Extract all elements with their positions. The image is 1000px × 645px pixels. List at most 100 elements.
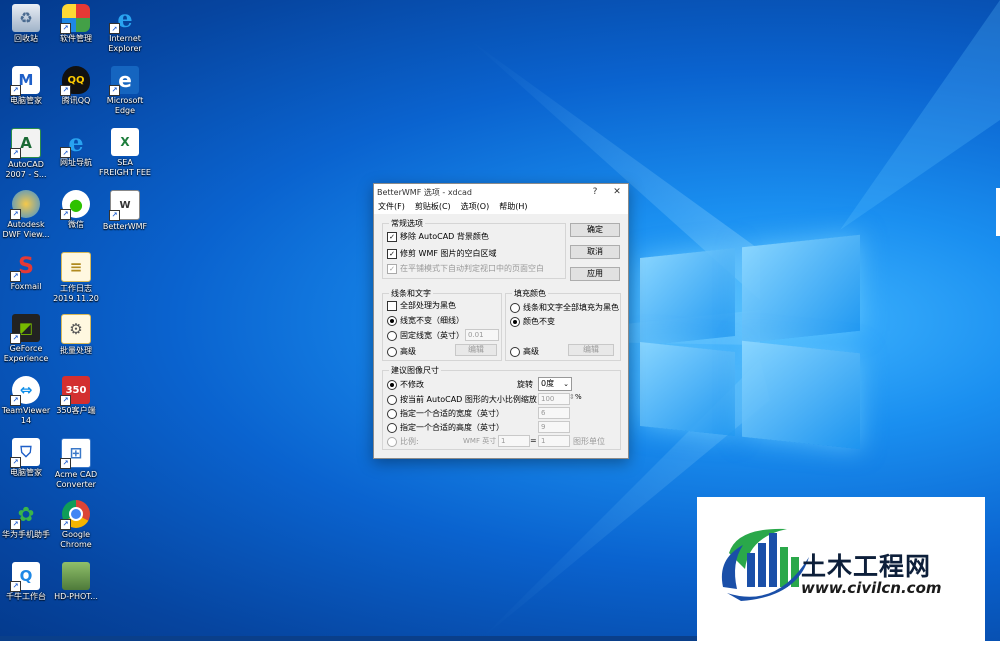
desktop-icon-foxmail[interactable]: S ↗ Foxmail — [0, 252, 52, 292]
paper-space-checkbox: ✓ — [387, 263, 397, 274]
help-button[interactable]: ? — [584, 187, 606, 197]
desktop-icon-geforce[interactable]: ◩ ↗ GeForce Experience — [0, 314, 52, 364]
ratio-radio — [387, 436, 397, 447]
desktop-icon-qianniu[interactable]: Q ↗ 千牛工作台 — [0, 562, 52, 602]
fill-advanced-radio[interactable] — [510, 346, 520, 357]
no-change-radio[interactable] — [387, 379, 397, 390]
menu-clipboard[interactable]: 剪贴板(C) — [415, 201, 451, 212]
spinner-icon[interactable]: ⇕ — [569, 393, 575, 401]
desktop-icon-pc-manager[interactable]: M ↗ 电脑管家 — [0, 66, 52, 106]
fill-all-black-option[interactable]: 线条和文字全部填充为黑色 — [510, 302, 619, 313]
desktop-icon-wechat[interactable]: ● ↗ 微信 — [50, 190, 102, 230]
edge-window-fragment — [996, 188, 1000, 236]
teamviewer-icon: ⇔ ↗ — [10, 376, 40, 406]
trim-checkbox[interactable]: ✓ — [387, 248, 397, 259]
desktop-icon-350[interactable]: 350 ↗ 350客户端 — [50, 376, 102, 416]
general-options-title: 常规选项 — [389, 218, 425, 229]
menu-help[interactable]: 帮助(H) — [499, 201, 527, 212]
desktop-icon-huawei[interactable]: ✿ ↗ 华为手机助手 — [0, 500, 52, 540]
rotate-select[interactable]: 0度 ⌄ — [538, 377, 572, 391]
desktop-icon-batch[interactable]: ⚙ 批量处理 — [50, 314, 102, 356]
wechat-icon: ● ↗ — [60, 190, 90, 220]
fixed-width-input[interactable]: 0.01 — [465, 329, 499, 341]
dialog-menubar: 文件(F) 剪贴板(C) 选项(O) 帮助(H) — [374, 200, 628, 213]
lines-text-title: 线条和文字 — [389, 288, 433, 299]
lines-edit-button[interactable]: 编辑 — [455, 344, 497, 356]
trim-option[interactable]: ✓ 修剪 WMF 图片的空白区域 — [387, 248, 497, 259]
keep-width-radio[interactable] — [387, 315, 397, 326]
ratio-left-input: 1 — [498, 435, 530, 447]
fill-edit-button[interactable]: 编辑 — [568, 344, 614, 356]
desktop-icon-edge[interactable]: e ↗ Microsoft Edge — [99, 66, 151, 116]
desktop-icon-sea-freight[interactable]: X SEA FREIGHT FEE — [99, 128, 151, 178]
fill-color-title: 填充颜色 — [512, 288, 548, 299]
scale-autocad-radio[interactable] — [387, 394, 397, 405]
width-input[interactable]: 6 — [538, 407, 570, 419]
batch-file-icon: ⚙ — [61, 314, 91, 344]
wmf-inch-label: WMF 英寸 — [463, 437, 497, 445]
desktop-icon-hd-photo[interactable]: HD-PHOT... — [50, 562, 102, 602]
fixed-width-option[interactable]: 固定线宽（英寸） — [387, 330, 464, 341]
civilcn-watermark: 土木工程网 www.civilcn.com — [697, 497, 985, 641]
dialog-body: 常规选项 ✓ 移除 AutoCAD 背景颜色 ✓ 修剪 WMF 图片的空白区域 … — [374, 214, 628, 458]
keep-width-option[interactable]: 线宽不变（细线） — [387, 315, 464, 326]
cancel-button[interactable]: 取消 — [570, 245, 620, 259]
remove-bg-checkbox[interactable]: ✓ — [387, 231, 397, 242]
desktop-icon-autocad[interactable]: A ↗ AutoCAD 2007 - S... — [0, 128, 52, 180]
scale-autocad-option[interactable]: 按当前 AutoCAD 图形的大小比例缩放 — [387, 394, 537, 405]
fill-advanced-option[interactable]: 高级 — [510, 346, 539, 357]
desktop-icon-dwf-viewer[interactable]: ↗ Autodesk DWF View... — [0, 190, 52, 240]
no-change-option[interactable]: 不修改 — [387, 379, 424, 390]
menu-file[interactable]: 文件(F) — [378, 201, 405, 212]
height-option[interactable]: 指定一个合适的高度（英寸） — [387, 422, 504, 433]
desktop-icon-qq[interactable]: QQ ↗ 腾讯QQ — [50, 66, 102, 106]
height-input[interactable]: 9 — [538, 421, 570, 433]
recycle-bin-icon: ♻ — [12, 4, 40, 32]
remove-bg-option[interactable]: ✓ 移除 AutoCAD 背景颜色 — [387, 231, 489, 242]
desktop-icon-work-log[interactable]: ≡ 工作日志 2019.11.20 — [50, 252, 102, 304]
photo-file-icon — [62, 562, 90, 590]
percent-label: % — [575, 393, 582, 401]
watermark-url: www.civilcn.com — [801, 579, 942, 597]
desktop-icon-betterwmf[interactable]: W ↗ BetterWMF — [99, 190, 151, 232]
ok-button[interactable]: 确定 — [570, 223, 620, 237]
rotate-label: 旋转 — [517, 380, 533, 389]
fixed-width-radio[interactable] — [387, 330, 397, 341]
desktop-icon-teamviewer[interactable]: ⇔ ↗ TeamViewer 14 — [0, 376, 52, 426]
web-nav-icon: e ↗ — [60, 128, 90, 158]
lines-advanced-option[interactable]: 高级 — [387, 346, 416, 357]
ratio-option: 比例: — [387, 436, 419, 447]
image-size-title: 建议图像尺寸 — [389, 365, 441, 376]
width-radio[interactable] — [387, 408, 397, 419]
scale-input[interactable]: 100 — [538, 393, 570, 405]
desktop-icon-ie[interactable]: e ↗ Internet Explorer — [99, 4, 151, 54]
desktop-icon-chrome[interactable]: ↗ Google Chrome — [50, 500, 102, 550]
ie-icon: e ↗ — [109, 4, 139, 34]
fill-all-black-radio[interactable] — [510, 302, 520, 313]
desktop-icon-acme-cad[interactable]: ⊞ ↗ Acme CAD Converter — [50, 438, 102, 490]
geforce-icon: ◩ ↗ — [10, 314, 40, 344]
foxmail-icon: S ↗ — [10, 252, 40, 282]
lines-advanced-radio[interactable] — [387, 346, 397, 357]
close-button[interactable]: ✕ — [606, 187, 628, 197]
desktop-icon-recycle-bin[interactable]: ♻ 回收站 — [0, 4, 52, 44]
menu-options[interactable]: 选项(O) — [461, 201, 490, 212]
image-size-group: 建议图像尺寸 不修改 旋转 0度 ⌄ 按当前 AutoCAD 图形的大小比例缩放… — [382, 365, 621, 450]
equals-label: = — [530, 436, 537, 445]
dialog-titlebar[interactable]: BetterWMF 选项 - xdcad ? ✕ — [374, 184, 628, 200]
fill-keep-option[interactable]: 颜色不变 — [510, 316, 555, 327]
software-manager-icon: ↗ — [60, 4, 90, 34]
windows-logo — [640, 234, 860, 450]
width-option[interactable]: 指定一个合适的宽度（英寸） — [387, 408, 504, 419]
fill-keep-radio[interactable] — [510, 316, 520, 327]
dwf-viewer-icon: ↗ — [10, 190, 40, 220]
qq-icon: QQ ↗ — [60, 66, 90, 96]
apply-button[interactable]: 应用 — [570, 267, 620, 281]
all-black-checkbox[interactable] — [387, 300, 397, 311]
huawei-assistant-icon: ✿ ↗ — [10, 500, 40, 530]
desktop-icon-web-nav[interactable]: e ↗ 网址导航 — [50, 128, 102, 168]
height-radio[interactable] — [387, 422, 397, 433]
desktop-icon-software-manager[interactable]: ↗ 软件管理 — [50, 4, 102, 44]
all-black-option[interactable]: 全部处理为黑色 — [387, 300, 456, 311]
desktop-icon-pc-manager-2[interactable]: ⛉ ↗ 电脑管家 — [0, 438, 52, 478]
